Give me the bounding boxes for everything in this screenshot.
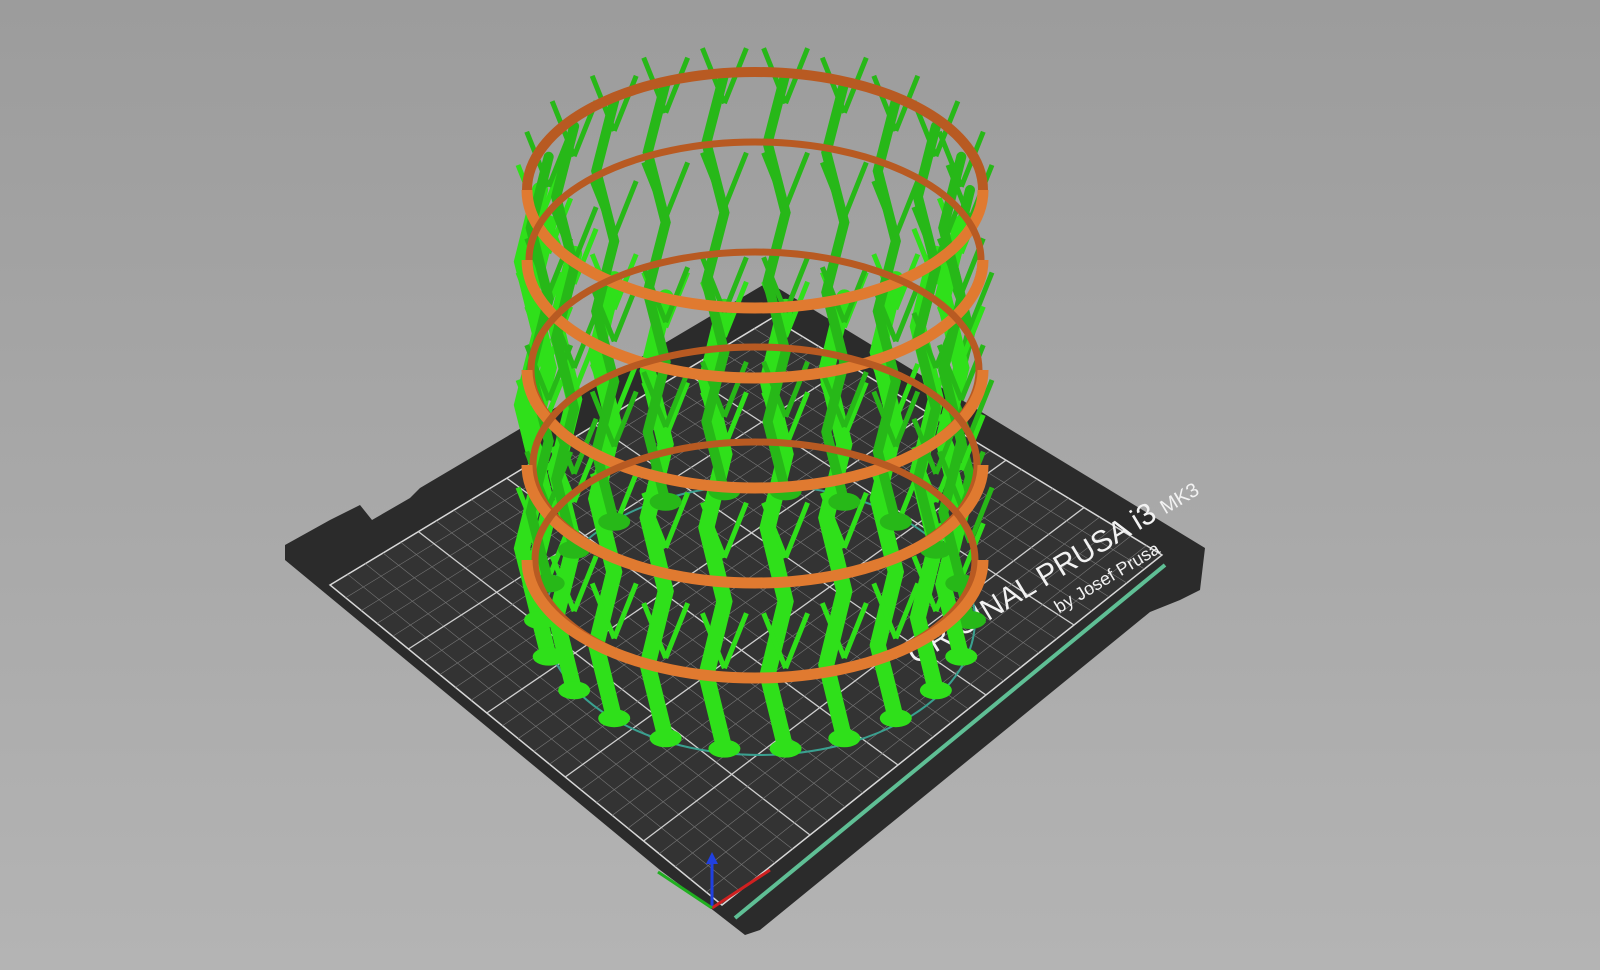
support-foot [879, 709, 912, 728]
support-foot [598, 709, 631, 728]
support-foot [532, 647, 565, 666]
support-foot [649, 729, 682, 748]
print-area-border [328, 317, 1164, 906]
support-foot [945, 647, 978, 666]
support-foot [649, 492, 682, 511]
support-foot [879, 512, 912, 531]
support-foot [708, 739, 741, 758]
support-foot [598, 512, 631, 531]
support-foot [919, 681, 952, 700]
3d-viewport[interactable]: ORIGINAL PRUSA i3MK3 by Josef Prusa [0, 0, 1600, 970]
support-foot [769, 739, 802, 758]
support-foot [828, 729, 861, 748]
support-foot [558, 681, 591, 700]
support-foot [828, 492, 861, 511]
